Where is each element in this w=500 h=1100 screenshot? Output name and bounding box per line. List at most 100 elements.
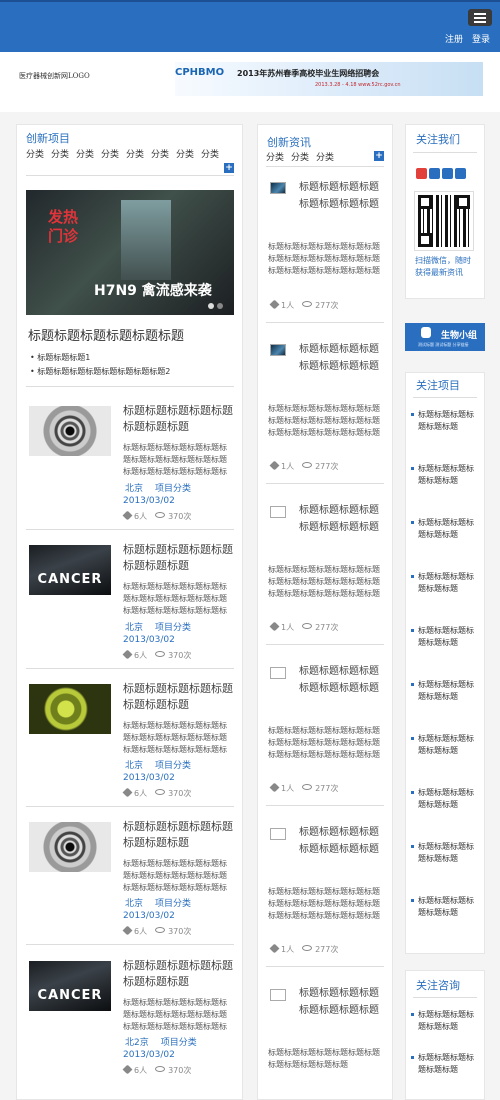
item-category[interactable]: 项目分类 xyxy=(155,484,191,494)
list-item[interactable]: 标题标题标题标题标题标题 xyxy=(411,787,474,811)
slider-dot[interactable] xyxy=(217,303,223,309)
list-item[interactable]: 标题标题标题标题标题标题 xyxy=(411,463,474,487)
news-title-link[interactable]: 标题标题标题标题标题标题标题标题 xyxy=(299,663,381,697)
category-link[interactable]: 分类 xyxy=(266,150,284,163)
item-city[interactable]: 北京 xyxy=(125,761,143,771)
divider xyxy=(266,805,384,806)
bullet-item[interactable]: • 标题标题标题标题标题标题标题标题2 xyxy=(30,366,170,377)
list-item[interactable]: 标题标题标题标题标题标题 xyxy=(411,733,474,757)
projects-more-button[interactable]: + xyxy=(224,163,234,173)
news-thumbnail[interactable] xyxy=(270,344,286,356)
news-thumbnail[interactable] xyxy=(270,828,286,840)
news-thumbnail[interactable] xyxy=(270,989,286,1001)
category-link[interactable]: 分类 xyxy=(126,147,144,160)
item-image[interactable]: CANCER xyxy=(29,961,111,1011)
item-city[interactable]: 北2京 xyxy=(125,1038,149,1048)
list-item[interactable]: 标题标题标题标题标题标题 xyxy=(411,409,474,433)
slider-dots[interactable] xyxy=(208,302,226,312)
item-title[interactable]: 标题标题标题标题标题标题标题标题 xyxy=(123,542,233,574)
news-more-button[interactable]: + xyxy=(374,151,384,161)
qr-code xyxy=(414,191,474,251)
headline[interactable]: 标题标题标题标题标题标题 xyxy=(28,325,184,344)
heart-icon[interactable] xyxy=(269,460,280,471)
news-title-link[interactable]: 标题标题标题标题标题标题标题标题 xyxy=(299,179,381,213)
heart-icon[interactable] xyxy=(269,943,280,954)
login-link[interactable]: 登录 xyxy=(472,35,490,45)
news-text: 标题标题标题标题标题标题标题标题标题标题标题标题标题标题标题标题标题标题标题标题… xyxy=(268,565,380,598)
site-logo[interactable]: 医疗器械创新网LOGO xyxy=(19,71,90,81)
news-title-link[interactable]: 标题标题标题标题标题标题标题标题 xyxy=(299,824,381,858)
wechat-icon[interactable] xyxy=(429,168,440,179)
hero-door xyxy=(121,200,171,280)
bullet-item[interactable]: • 标题标题标题1 xyxy=(30,352,90,363)
news-thumbnail[interactable] xyxy=(270,182,286,194)
item-stats: 6人 370次 xyxy=(122,510,191,522)
category-link[interactable]: 分类 xyxy=(51,147,69,160)
item-image[interactable] xyxy=(29,406,111,456)
item-image[interactable] xyxy=(29,822,111,872)
heart-icon[interactable] xyxy=(269,299,280,310)
list-item[interactable]: 标题标题标题标题标题标题 xyxy=(411,1009,474,1033)
eye-icon xyxy=(155,512,166,518)
list-item[interactable]: 标题标题标题标题标题标题 xyxy=(411,895,474,919)
category-link[interactable]: 分类 xyxy=(26,147,44,160)
item-text: 标题标题标题标题标题标题标题标题标题标题标题标题标题标题标题标题标题标题标题标题 xyxy=(123,998,227,1031)
item-text: 标题标题标题标题标题标题标题标题标题标题标题标题标题标题标题标题标题标题标题标题 xyxy=(123,721,227,754)
item-category[interactable]: 项目分类 xyxy=(155,761,191,771)
list-item[interactable]: 标题标题标题标题标题标题 xyxy=(411,625,474,649)
category-link[interactable]: 分类 xyxy=(101,147,119,160)
item-city[interactable]: 北京 xyxy=(125,899,143,909)
item-title[interactable]: 标题标题标题标题标题标题标题标题 xyxy=(123,403,233,435)
heart-icon[interactable] xyxy=(122,787,133,798)
divider xyxy=(413,152,477,153)
item-title[interactable]: 标题标题标题标题标题标题标题标题 xyxy=(123,958,233,990)
item-image[interactable] xyxy=(29,684,111,734)
eye-icon xyxy=(302,945,313,951)
item-category[interactable]: 项目分类 xyxy=(155,623,191,633)
hero-slider[interactable]: 发热门诊 H7N9 禽流感来袭 xyxy=(26,190,234,315)
heart-icon[interactable] xyxy=(122,1064,133,1075)
item-title[interactable]: 标题标题标题标题标题标题标题标题 xyxy=(123,819,233,851)
item-image[interactable]: CANCER xyxy=(29,545,111,595)
qzone-icon[interactable] xyxy=(455,168,466,179)
ad-banner[interactable]: CPHBMO 2013年苏州春季高校毕业生网络招聘会 2013.3.28 - 4… xyxy=(175,62,483,96)
category-link[interactable]: 分类 xyxy=(151,147,169,160)
news-thumbnail[interactable] xyxy=(270,667,286,679)
news-title-link[interactable]: 标题标题标题标题标题标题标题标题 xyxy=(299,985,381,1019)
item-city[interactable]: 北京 xyxy=(125,623,143,633)
heart-icon[interactable] xyxy=(122,925,133,936)
eye-icon xyxy=(302,784,313,790)
eye-icon xyxy=(302,301,313,307)
news-thumbnail[interactable] xyxy=(270,506,286,518)
category-link[interactable]: 分类 xyxy=(176,147,194,160)
item-category[interactable]: 项目分类 xyxy=(155,899,191,909)
list-item[interactable]: 标题标题标题标题标题标题 xyxy=(411,841,474,865)
list-item[interactable]: 标题标题标题标题标题标题 xyxy=(411,571,474,595)
slider-dot[interactable] xyxy=(208,303,214,309)
item-city[interactable]: 北京 xyxy=(125,484,143,494)
top-bar xyxy=(0,0,500,52)
list-item[interactable]: 标题标题标题标题标题标题 xyxy=(411,517,474,541)
weibo-icon[interactable] xyxy=(416,168,427,179)
news-title-link[interactable]: 标题标题标题标题标题标题标题标题 xyxy=(299,341,381,375)
category-link[interactable]: 分类 xyxy=(316,150,334,163)
menu-icon[interactable] xyxy=(468,9,492,26)
heart-icon[interactable] xyxy=(269,621,280,632)
heart-icon[interactable] xyxy=(122,510,133,521)
item-text: 标题标题标题标题标题标题标题标题标题标题标题标题标题标题标题标题标题标题标题标题 xyxy=(123,582,227,615)
heart-icon[interactable] xyxy=(269,782,280,793)
item-category[interactable]: 项目分类 xyxy=(161,1038,197,1048)
projects-title: 创新项目 xyxy=(26,132,70,145)
news-title-link[interactable]: 标题标题标题标题标题标题标题标题 xyxy=(299,502,381,536)
category-link[interactable]: 分类 xyxy=(291,150,309,163)
item-text: 标题标题标题标题标题标题标题标题标题标题标题标题标题标题标题标题标题标题标题标题 xyxy=(123,443,227,476)
category-link[interactable]: 分类 xyxy=(201,147,219,160)
renren-icon[interactable] xyxy=(442,168,453,179)
register-link[interactable]: 注册 xyxy=(445,35,463,45)
category-link[interactable]: 分类 xyxy=(76,147,94,160)
heart-icon[interactable] xyxy=(122,649,133,660)
list-item[interactable]: 标题标题标题标题标题标题 xyxy=(411,1052,474,1076)
item-title[interactable]: 标题标题标题标题标题标题标题标题 xyxy=(123,681,233,713)
list-item[interactable]: 标题标题标题标题标题标题 xyxy=(411,679,474,703)
bio-group-banner[interactable]: 生物小组 测试标题 测试标题 分享链接 xyxy=(405,323,485,351)
